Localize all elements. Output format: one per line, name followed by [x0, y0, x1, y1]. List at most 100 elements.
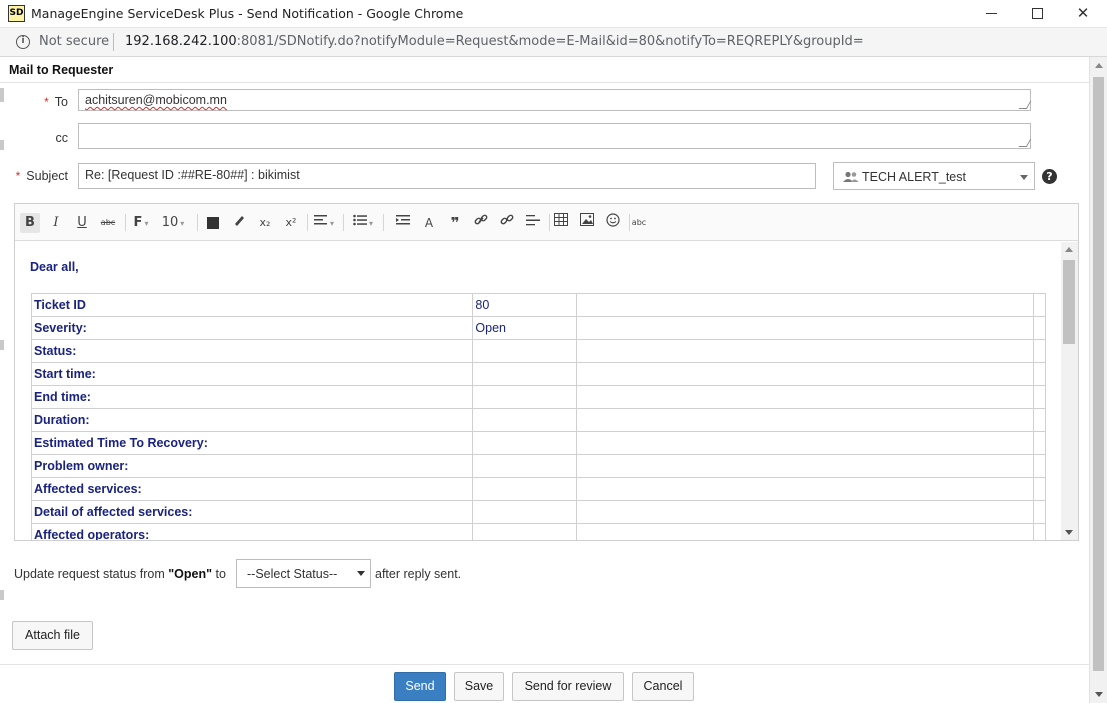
row-value: [472, 477, 577, 501]
highlight-button[interactable]: [229, 213, 249, 233]
status-to-word: to: [212, 567, 226, 581]
url-path: :8081/SDNotify.do?notifyModule=Request&m…: [236, 34, 864, 49]
help-icon[interactable]: ?: [1042, 169, 1057, 184]
emoji-button[interactable]: [603, 213, 623, 233]
row-value: [472, 385, 577, 409]
to-field[interactable]: achitsuren@mobicom.mn: [78, 89, 1032, 111]
address-separator: [113, 33, 114, 51]
toolbar-separator: [343, 214, 344, 231]
table-row: Detail of affected services:: [30, 500, 1047, 524]
close-window-button[interactable]: ✕: [1060, 0, 1106, 28]
address-bar[interactable]: i Not secure 192.168.242.100:8081/SDNoti…: [0, 28, 1107, 57]
link-button[interactable]: [471, 213, 491, 233]
image-icon: [580, 213, 594, 226]
link-icon: [474, 214, 488, 225]
row-empty-cell: [1032, 408, 1047, 432]
row-value: Open: [472, 316, 577, 340]
save-button[interactable]: Save: [454, 672, 504, 701]
bold-button[interactable]: B: [20, 213, 40, 233]
insert-image-button[interactable]: [577, 213, 597, 233]
security-label[interactable]: Not secure: [39, 34, 109, 49]
row-key: Ticket ID: [30, 293, 474, 317]
template-select[interactable]: TECH ALERT_test: [833, 162, 1035, 190]
editor-scrollbar[interactable]: [1061, 242, 1078, 540]
url-text[interactable]: 192.168.242.100:8081/SDNotify.do?notifyM…: [125, 34, 864, 49]
superscript-button[interactable]: x²: [281, 213, 301, 233]
subject-value: Re: [Request ID :##RE-80##] : bikimist: [85, 168, 300, 182]
font-size-button[interactable]: 10 ▾: [158, 213, 188, 233]
resize-grip-icon[interactable]: [1018, 139, 1032, 147]
table-row: Estimated Time To Recovery:: [30, 431, 1047, 455]
current-status: "Open": [168, 567, 213, 581]
spellcheck-button[interactable]: abc: [629, 213, 649, 233]
scroll-up-icon[interactable]: [1065, 247, 1073, 252]
horizontal-rule-button[interactable]: [523, 213, 543, 233]
row-key: Problem owner:: [30, 454, 474, 478]
row-key: Affected services:: [30, 477, 474, 501]
font-family-button[interactable]: F ▾: [130, 213, 152, 233]
cc-field[interactable]: [78, 123, 1032, 149]
row-key: Start time:: [30, 362, 474, 386]
insert-table-button[interactable]: [551, 213, 571, 233]
page-scroll-thumb[interactable]: [1093, 77, 1104, 671]
brush-icon: [235, 216, 244, 226]
strikethrough-button[interactable]: abc: [98, 213, 118, 233]
background-page-edge: [0, 340, 4, 350]
cancel-button[interactable]: Cancel: [632, 672, 694, 701]
minimize-icon: [985, 13, 997, 14]
row-value: [472, 454, 577, 478]
align-button[interactable]: ▾: [311, 213, 337, 233]
status-suffix: after reply sent.: [375, 567, 462, 581]
editor-scroll-thumb[interactable]: [1063, 260, 1075, 344]
row-empty-cell: [575, 431, 1034, 455]
scroll-down-icon[interactable]: [1095, 692, 1103, 697]
to-label: * To: [44, 95, 68, 109]
editor-content[interactable]: Dear all, Ticket ID 80 Severity: Open Status…: [15, 242, 1060, 540]
page-scrollbar[interactable]: [1089, 57, 1107, 703]
blockquote-button[interactable]: ❞: [445, 213, 465, 233]
table-icon: [554, 213, 568, 226]
table-row: Start time:: [30, 362, 1047, 386]
required-marker: *: [15, 169, 21, 183]
status-select[interactable]: --Select Status--: [236, 559, 371, 588]
smiley-icon: [606, 213, 620, 227]
unlink-icon: [500, 214, 514, 225]
row-key: Affected operators:: [30, 523, 474, 540]
table-row: Status:: [30, 339, 1047, 363]
text-color-button[interactable]: [203, 213, 223, 233]
row-key: Status:: [30, 339, 474, 363]
subscript-button[interactable]: x₂: [255, 213, 275, 233]
table-row: Problem owner:: [30, 454, 1047, 478]
indent-button[interactable]: [393, 213, 413, 233]
underline-button[interactable]: U: [72, 213, 92, 233]
window-title: ManageEngine ServiceDesk Plus - Send Not…: [31, 6, 464, 21]
row-empty-cell: [575, 477, 1034, 501]
align-left-icon: [313, 215, 327, 225]
italic-button[interactable]: I: [46, 213, 66, 233]
required-marker: *: [44, 95, 49, 109]
scroll-down-icon[interactable]: [1065, 530, 1073, 535]
scroll-up-icon[interactable]: [1095, 63, 1103, 68]
info-icon[interactable]: i: [16, 35, 30, 49]
unlink-button[interactable]: [497, 213, 517, 233]
attach-file-button[interactable]: Attach file: [12, 621, 93, 650]
list-button[interactable]: ▾: [349, 213, 377, 233]
row-empty-cell: [575, 523, 1034, 540]
subject-input[interactable]: Re: [Request ID :##RE-80##] : bikimist: [78, 163, 816, 189]
mail-body-editor[interactable]: B I U abc F ▾ 10 ▾ x₂ x² ▾ ▾ A ❞ abc Dea…: [14, 203, 1079, 541]
row-empty-cell: [1032, 477, 1047, 501]
row-empty-cell: [1032, 523, 1047, 540]
maximize-button[interactable]: [1014, 0, 1060, 28]
send-button[interactable]: Send: [394, 672, 446, 701]
text-format-button[interactable]: A: [419, 213, 439, 233]
chevron-down-icon: [1020, 175, 1028, 180]
resize-grip-icon[interactable]: [1018, 101, 1032, 109]
send-for-review-button[interactable]: Send for review: [512, 672, 624, 701]
row-empty-cell: [575, 316, 1034, 340]
row-empty-cell: [575, 385, 1034, 409]
app-logo-icon: SD: [8, 5, 25, 22]
minimize-button[interactable]: [968, 0, 1014, 28]
greeting-text: Dear all,: [30, 260, 79, 274]
chevron-down-icon: [357, 571, 365, 576]
url-host: 192.168.242.100: [125, 34, 237, 49]
